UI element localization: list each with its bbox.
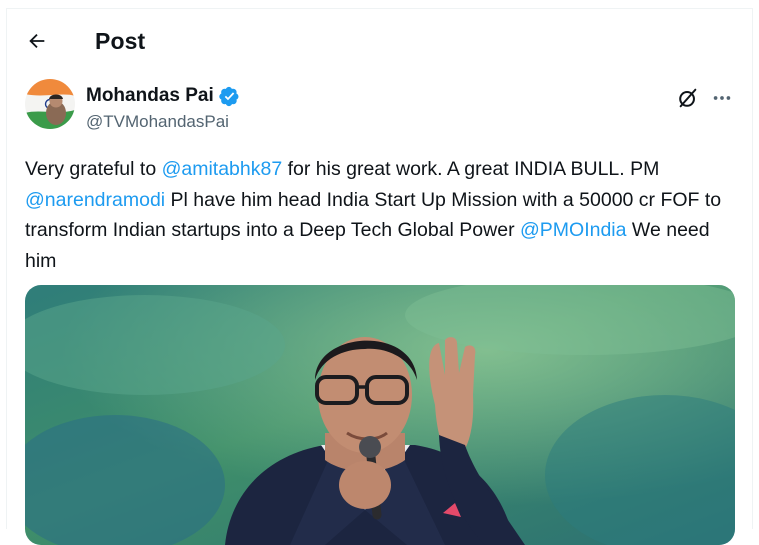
back-button[interactable] <box>19 23 55 59</box>
arrow-left-icon <box>29 33 45 49</box>
tweet-text: Very grateful to @amitabhk87 for his gre… <box>25 154 745 276</box>
verified-badge-icon <box>219 86 239 106</box>
name-row: Mohandas Pai <box>86 85 240 107</box>
tweet-text-segment: Very grateful to <box>25 158 162 180</box>
mention-link[interactable]: @PMOIndia <box>520 219 627 241</box>
avatar-image <box>25 79 75 129</box>
mention-link[interactable]: @narendramodi <box>25 189 165 211</box>
more-options-button[interactable] <box>707 83 737 113</box>
page-title: Post <box>95 28 146 54</box>
grok-icon <box>679 88 697 108</box>
photo-speaker-image <box>25 285 735 545</box>
tweet-text-segment: for his great work. A great INDIA BULL. … <box>282 158 660 180</box>
top-bar: Post <box>7 9 752 75</box>
mention-link[interactable]: @amitabhk87 <box>162 158 283 180</box>
author-row: Mohandas Pai @TVMohandasPai <box>7 75 752 139</box>
grok-button[interactable] <box>673 83 703 113</box>
more-horizontal-icon <box>713 96 731 100</box>
tweet-media-photo[interactable] <box>25 285 735 545</box>
user-handle[interactable]: @TVMohandasPai <box>86 112 229 132</box>
display-name[interactable]: Mohandas Pai <box>86 85 214 107</box>
post-frame: Post Mohandas Pai @TVMohandasPai Very gr… <box>6 8 753 545</box>
avatar[interactable] <box>25 79 75 129</box>
